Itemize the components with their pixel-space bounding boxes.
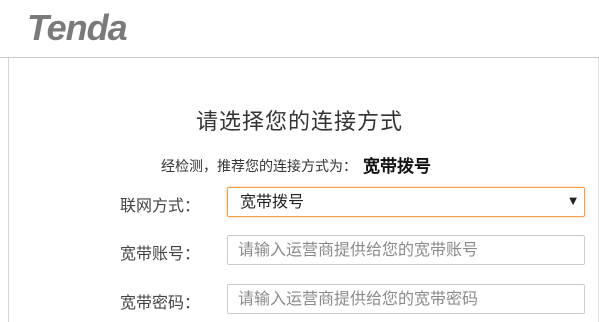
tenda-logo: Tenda [27, 9, 128, 48]
logo-text: Tenda [27, 9, 127, 48]
connection-type-selected: 宽带拨号 [240, 192, 305, 211]
dropdown-caret-icon: ▼ [569, 196, 577, 207]
password-label: 宽带密码： [120, 293, 201, 312]
page-title: 请选择您的连接方式 [195, 110, 403, 135]
connection-type-select[interactable]: 宽带拨号 ▼ [227, 187, 585, 217]
account-placeholder: 请输入运营商提供给您的宽带账号 [238, 240, 479, 259]
header-bar: Tenda [0, 0, 599, 58]
password-placeholder: 请输入运营商提供给您的宽带密码 [238, 289, 479, 308]
detect-value: 宽带拨号 [363, 157, 431, 177]
account-input[interactable]: 请输入运营商提供给您的宽带账号 [227, 235, 585, 265]
account-label: 宽带账号： [120, 244, 201, 263]
password-input[interactable]: 请输入运营商提供给您的宽带密码 [227, 284, 585, 314]
detect-prefix: 经检测，推荐您的连接方式为： [161, 159, 357, 175]
connection-type-label: 联网方式： [120, 196, 201, 215]
left-divider [8, 58, 9, 322]
detect-result: 经检测，推荐您的连接方式为： 宽带拨号 [161, 151, 431, 177]
